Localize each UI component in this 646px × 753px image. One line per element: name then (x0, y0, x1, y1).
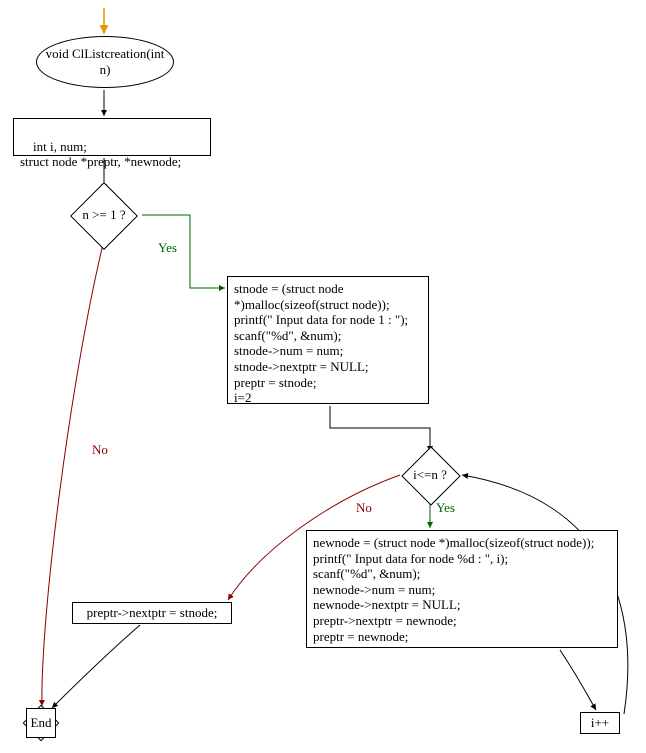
end-terminal: End (26, 708, 56, 738)
block2-line: preptr = newnode; (313, 629, 611, 645)
declarations-block: int i, num; struct node *preptr, *newnod… (13, 118, 211, 156)
decision-i-le-n-label: i<=n ? (406, 467, 454, 483)
decision2-no-label: No (356, 500, 372, 516)
block1-line: scanf("%d", &num); (234, 328, 422, 344)
block2-line: printf(" Input data for node %d : ", i); (313, 551, 611, 567)
block2-line: newnode = (struct node *)malloc(sizeof(s… (313, 535, 611, 551)
block1-line: i=2 (234, 390, 422, 406)
block3-text: preptr->nextptr = stnode; (87, 605, 218, 621)
increment-text: i++ (591, 715, 609, 731)
block1-line: printf(" Input data for node 1 : "); (234, 312, 422, 328)
init-stnode-block: stnode = (struct node *)malloc(sizeof(st… (227, 276, 429, 404)
increment-block: i++ (580, 712, 620, 734)
end-label: End (31, 715, 52, 731)
block2-line: newnode->num = num; (313, 582, 611, 598)
declarations-text: int i, num; struct node *preptr, *newnod… (20, 139, 181, 170)
block2-line: newnode->nextptr = NULL; (313, 597, 611, 613)
newnode-block: newnode = (struct node *)malloc(sizeof(s… (306, 530, 618, 648)
block2-line: preptr->nextptr = newnode; (313, 613, 611, 629)
close-circle-block: preptr->nextptr = stnode; (72, 602, 232, 624)
start-terminal: void ClListcreation(int n) (36, 36, 174, 88)
block1-line: preptr = stnode; (234, 375, 422, 391)
block2-line: scanf("%d", &num); (313, 566, 611, 582)
block1-line: stnode = (struct node *)malloc(sizeof(st… (234, 281, 422, 312)
decision-n-ge-1-label: n >= 1 ? (72, 207, 136, 223)
decision1-no-label: No (92, 442, 108, 458)
block1-line: stnode->num = num; (234, 343, 422, 359)
start-label: void ClListcreation(int n) (43, 46, 167, 77)
flowchart-canvas: void ClListcreation(int n) int i, num; s… (0, 0, 646, 753)
decision2-yes-label: Yes (436, 500, 455, 516)
block1-line: stnode->nextptr = NULL; (234, 359, 422, 375)
decision1-yes-label: Yes (158, 240, 177, 256)
